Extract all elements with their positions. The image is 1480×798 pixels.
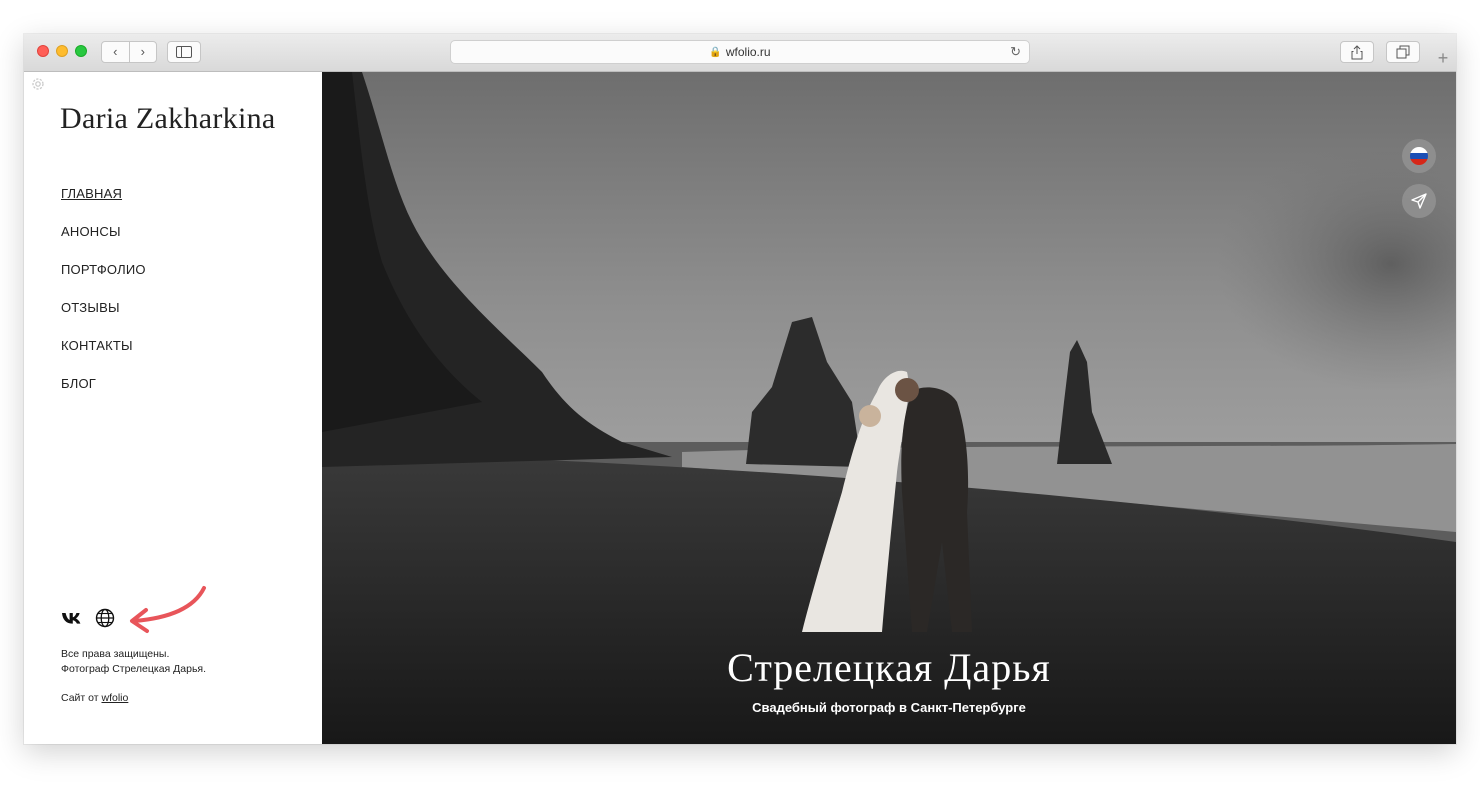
share-button[interactable] — [1340, 41, 1374, 63]
sidebar-toggle-button[interactable] — [167, 41, 201, 63]
send-message-button[interactable] — [1402, 184, 1436, 218]
share-icon — [1351, 44, 1363, 59]
nav-item-blog[interactable]: БЛОГ — [61, 376, 146, 414]
browser-window: ‹ › 🔒 wfolio.ru ↻ + Daria Zakharkina ГЛА — [24, 34, 1456, 744]
zoom-window-button[interactable] — [75, 45, 87, 57]
main-nav: ГЛАВНАЯ АНОНСЫ ПОРТФОЛИО ОТЗЫВЫ КОНТАКТЫ… — [61, 186, 146, 414]
minimize-window-button[interactable] — [56, 45, 68, 57]
hero-title: Стрелецкая Дарья — [727, 645, 1051, 690]
vk-icon[interactable] — [61, 611, 83, 625]
nav-item-home[interactable]: ГЛАВНАЯ — [61, 186, 146, 224]
address-bar[interactable]: 🔒 wfolio.ru ↻ — [450, 40, 1030, 64]
browser-toolbar: ‹ › 🔒 wfolio.ru ↻ + — [24, 34, 1456, 72]
forward-button[interactable]: › — [130, 42, 157, 62]
sidebar-icon — [176, 46, 192, 58]
site-sidebar: Daria Zakharkina ГЛАВНАЯ АНОНСЫ ПОРТФОЛИ… — [24, 72, 322, 744]
social-links — [61, 608, 115, 628]
site-credit: Сайт от wfolio — [61, 692, 128, 704]
annotation-arrow-icon — [130, 586, 206, 633]
copyright-text: Все права защищены. Фотограф Стрелецкая … — [61, 647, 206, 677]
site-name[interactable]: Daria Zakharkina — [60, 102, 276, 136]
copyright-line-2: Фотограф Стрелецкая Дарья. — [61, 663, 207, 675]
paper-plane-icon — [1411, 193, 1427, 209]
new-tab-button[interactable]: + — [1430, 44, 1456, 72]
hero-image: Стрелецкая Дарья Свадебный фотограф в Са… — [322, 72, 1456, 744]
language-switch-button[interactable] — [1402, 139, 1436, 173]
nav-item-announcements[interactable]: АНОНСЫ — [61, 224, 146, 262]
credit-prefix: Сайт от — [61, 692, 99, 704]
gear-icon[interactable] — [30, 76, 46, 92]
nav-item-portfolio[interactable]: ПОРТФОЛИО — [61, 262, 146, 300]
tabs-icon — [1396, 45, 1410, 59]
nav-item-reviews[interactable]: ОТЗЫВЫ — [61, 300, 146, 338]
reload-icon[interactable]: ↻ — [1010, 44, 1021, 60]
page-content: Daria Zakharkina ГЛАВНАЯ АНОНСЫ ПОРТФОЛИ… — [24, 72, 1456, 744]
globe-icon[interactable] — [95, 608, 115, 628]
url-text: wfolio.ru — [725, 45, 771, 59]
close-window-button[interactable] — [37, 45, 49, 57]
credit-link[interactable]: wfolio — [101, 692, 128, 704]
lock-icon: 🔒 — [709, 46, 722, 58]
history-nav-group: ‹ › — [101, 41, 157, 63]
hero-subtitle: Свадебный фотограф в Санкт-Петербурге — [752, 700, 1026, 715]
copyright-line-1: Все права защищены. — [61, 648, 170, 660]
back-button[interactable]: ‹ — [102, 42, 130, 62]
nav-item-contacts[interactable]: КОНТАКТЫ — [61, 338, 146, 376]
show-tabs-button[interactable] — [1386, 41, 1420, 63]
russian-flag-icon — [1410, 147, 1428, 165]
